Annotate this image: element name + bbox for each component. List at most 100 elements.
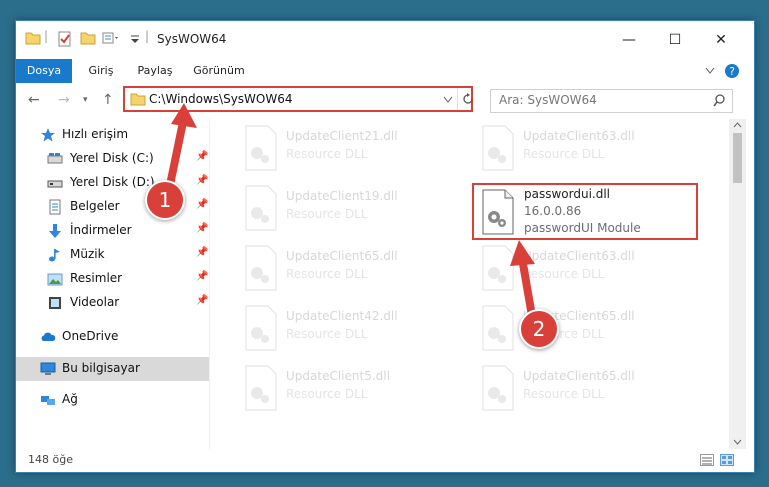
scrollbar-thumb[interactable] [733,133,742,183]
sidebar-item-local-disk-c[interactable]: Yerel Disk (C:) 📌 [16,148,209,170]
scroll-up-icon[interactable] [733,122,742,128]
title-separator: | [145,29,150,43]
file-name: UpdateClient5.dll [286,369,390,383]
address-path[interactable]: C:\Windows\SysWOW64 [149,92,293,106]
pin-icon[interactable]: 📌 [196,151,208,162]
list-item[interactable]: UpdateClient42.dll Resource DLL [240,305,460,353]
up-arrow-icon[interactable]: ↑ [102,92,114,108]
back-arrow-icon[interactable]: ← [28,92,40,108]
file-name: UpdateClient19.dll [286,189,398,203]
folder-icon[interactable] [25,31,41,45]
tiles-view-icon[interactable] [720,454,734,466]
drive-icon [47,153,63,164]
tab-home[interactable]: Giriş [76,59,126,83]
file-name: UpdateClient65.dll [523,369,635,383]
sidebar-item-label: Müzik [70,247,105,261]
address-row: ← → ▾ ↑ C:\Windows\SysWOW64 Ara: SysWOW6… [16,83,754,119]
list-item[interactable]: UpdateClient5.dll Resource DLL [240,365,460,413]
sidebar-item-pictures[interactable]: Resimler 📌 [16,268,209,290]
file-name: UpdateClient63.dll [523,129,635,143]
status-bar: 148 öğe [16,449,754,472]
navigation-pane: Hızlı erişim Yerel Disk (C:) 📌 Yerel Dis… [16,119,209,449]
new-folder-icon[interactable] [80,31,96,45]
list-item[interactable]: UpdateClient63.dll Resource DLL [477,125,697,173]
dll-file-icon [245,365,277,411]
maximize-button[interactable]: ☐ [652,21,698,59]
dll-file-icon [482,305,514,351]
sidebar-item-network[interactable]: Ağ [16,389,209,411]
pin-icon[interactable]: 📌 [196,295,208,306]
dll-file-icon [482,365,514,411]
sidebar-item-label: Belgeler [70,199,120,213]
details-view-icon[interactable] [700,454,714,466]
callout-badge-2: 2 [519,309,559,349]
recent-dropdown-icon[interactable]: ▾ [83,95,88,105]
dll-file-icon [482,245,514,291]
chevron-down-icon[interactable] [705,67,715,75]
sidebar-item-onedrive[interactable]: OneDrive [16,326,209,348]
sidebar-item-this-pc[interactable]: Bu bilgisayar [16,357,209,381]
computer-icon [40,362,56,375]
minimize-button[interactable]: — [606,21,652,59]
sidebar-item-quick-access[interactable]: Hızlı erişim [16,124,209,146]
documents-icon [49,199,61,215]
list-item[interactable]: UpdateClient65.dll Resource DLL [240,245,460,293]
file-type: Resource DLL [286,207,368,221]
file-type: Resource DLL [286,267,368,281]
pin-icon[interactable]: 📌 [196,199,208,210]
pin-icon[interactable]: 📌 [196,247,208,258]
scroll-down-icon[interactable] [733,439,742,445]
sidebar-item-label: Yerel Disk (D:) [70,175,155,189]
sidebar-item-label: OneDrive [62,329,119,343]
tab-file[interactable]: Dosya [16,59,72,83]
sidebar-item-label: Hızlı erişim [62,127,129,141]
file-type: Resource DLL [523,147,605,161]
pictures-icon [47,273,63,286]
search-icon[interactable] [713,94,726,107]
sidebar-item-music[interactable]: Müzik 📌 [16,244,209,266]
dll-file-icon [482,125,514,171]
dll-file-icon [245,125,277,171]
customize-qa-icon[interactable] [102,31,122,45]
help-icon[interactable]: ? [724,63,740,79]
network-icon [41,396,55,405]
refresh-icon[interactable] [461,92,475,106]
sidebar-item-label: Videolar [70,295,120,309]
sidebar-item-videos[interactable]: Videolar 📌 [16,292,209,314]
file-name: UpdateClient63.dll [523,249,635,263]
address-dropdown-icon[interactable] [443,96,453,104]
callout-badge-1: 1 [145,180,185,220]
pin-icon[interactable]: 📌 [196,223,208,234]
highlighted-file-passwordui[interactable]: passwordui.dll 16.0.0.86 passwordUI Modu… [472,183,698,240]
pin-icon[interactable]: 📌 [196,175,208,186]
file-name: UpdateClient21.dll [286,129,398,143]
download-icon [49,224,61,238]
address-divider [457,88,458,110]
list-item[interactable]: UpdateClient21.dll Resource DLL [240,125,460,173]
tab-view[interactable]: Görünüm [186,59,252,83]
ribbon-tabs: Dosya Giriş Paylaş Görünüm ? [16,59,754,83]
drive-icon [47,180,63,188]
search-box[interactable]: Ara: SysWOW64 [490,89,733,113]
forward-arrow-icon[interactable]: → [58,92,70,108]
item-count: 148 öğe [28,453,73,466]
list-item[interactable]: UpdateClient65.dll Resource DLL [477,365,697,413]
vertical-scrollbar[interactable] [729,119,746,449]
qa-dropdown-icon[interactable] [130,34,140,44]
close-button[interactable]: ✕ [698,21,744,59]
window-title: SysWOW64 [157,32,227,46]
search-input[interactable]: Ara: SysWOW64 [499,93,597,107]
pin-icon[interactable]: 📌 [196,271,208,282]
music-icon [49,249,60,262]
list-item[interactable]: UpdateClient65.dll Resource DLL [477,305,697,353]
properties-icon[interactable] [57,31,73,47]
sidebar-item-downloads[interactable]: İndirmeler 📌 [16,220,209,242]
title-bar: | | SysWOW64 — ☐ ✕ [16,21,754,59]
file-type: Resource DLL [523,267,605,281]
svg-text:?: ? [729,65,735,78]
list-item[interactable]: UpdateClient63.dll Resource DLL [477,245,697,293]
list-item[interactable]: UpdateClient19.dll Resource DLL [240,185,460,233]
address-bar[interactable]: C:\Windows\SysWOW64 [123,86,473,112]
tab-share[interactable]: Paylaş [128,59,182,83]
sidebar-item-label: Resimler [70,271,123,285]
